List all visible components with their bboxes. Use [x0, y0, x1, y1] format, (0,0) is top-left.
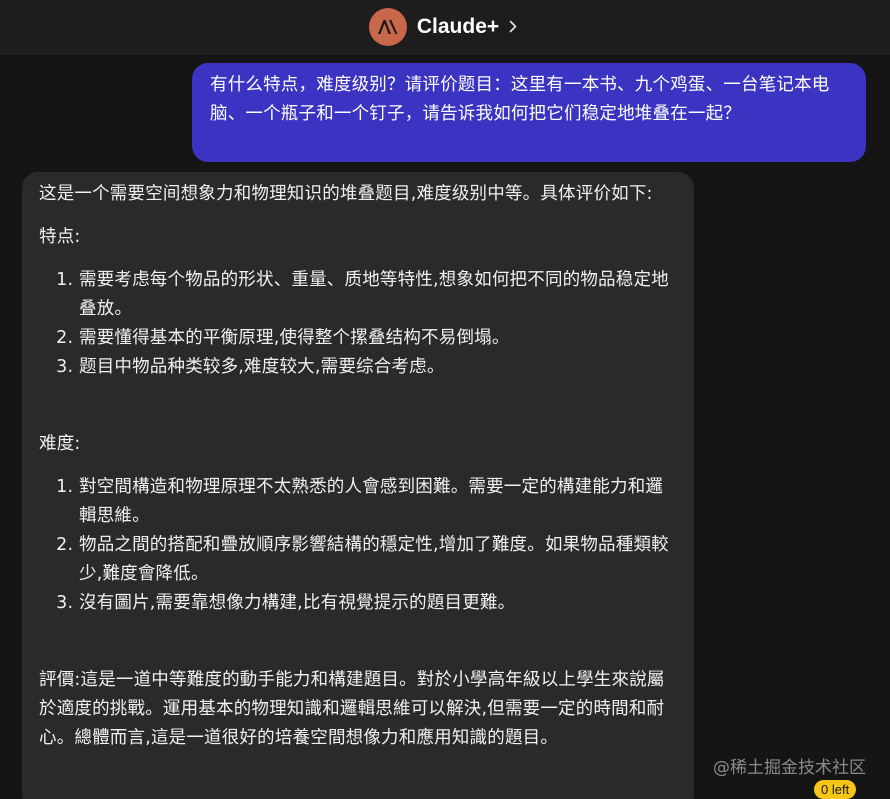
bot-info-button[interactable]: Claude+ — [368, 7, 521, 46]
bot-message-bubble[interactable]: 这是一个需要空间想象力和物理知识的堆叠题目,难度级别中等。具体评价如下: 特点:… — [22, 172, 694, 799]
list-item: 對空間構造和物理原理不太熟悉的人會感到困難。需要一定的構建能力和邏輯思維。 — [79, 473, 676, 531]
list-item: 需要考虑每个物品的形状、重量、质地等特性,想象如何把不同的物品稳定地叠放。 — [79, 266, 676, 324]
chevron-right-icon — [509, 20, 521, 34]
anthropic-logo-icon — [377, 19, 398, 34]
watermark: @稀土掘金技术社区 — [713, 758, 866, 778]
difficulty-heading: 难度: — [39, 434, 81, 454]
list-item: 题目中物品种类较多,难度较大,需要综合考虑。 — [79, 353, 676, 382]
bot-intro-text: 这是一个需要空间想象力和物理知识的堆叠题目,难度级别中等。具体评价如下: — [39, 184, 653, 204]
chat-header: Claude+ — [0, 0, 890, 54]
bot-name: Claude+ — [416, 14, 500, 38]
evaluation-text: 評價:這是一道中等難度的動手能力和構建題目。對於小學高年級以上學生來說屬於適度的… — [39, 670, 665, 748]
list-item: 物品之間的搭配和疊放順序影響結構的穩定性,增加了難度。如果物品種類較少,難度會降… — [79, 531, 676, 589]
chat-screen: Claude+ 有什么特点，难度级别？请评价题目：这里有一本书、九个鸡蛋、一台笔… — [0, 0, 890, 799]
difficulty-list: 對空間構造和物理原理不太熟悉的人會感到困難。需要一定的構建能力和邏輯思維。 物品… — [39, 473, 676, 618]
features-list: 需要考虑每个物品的形状、重量、质地等特性,想象如何把不同的物品稳定地叠放。 需要… — [39, 266, 676, 382]
features-heading: 特点: — [39, 227, 81, 247]
user-message-bubble[interactable]: 有什么特点，难度级别？请评价题目：这里有一本书、九个鸡蛋、一台笔记本电脑、一个瓶… — [192, 63, 866, 162]
list-item: 沒有圖片,需要靠想像力構建,比有視覺提示的題目更難。 — [79, 589, 676, 618]
bot-avatar — [368, 7, 407, 46]
user-message-text: 有什么特点，难度级别？请评价题目：这里有一本书、九个鸡蛋、一台笔记本电脑、一个瓶… — [210, 75, 830, 124]
remaining-badge: 0 left — [814, 780, 857, 799]
list-item: 需要懂得基本的平衡原理,使得整个摞叠结构不易倒塌。 — [79, 324, 676, 353]
